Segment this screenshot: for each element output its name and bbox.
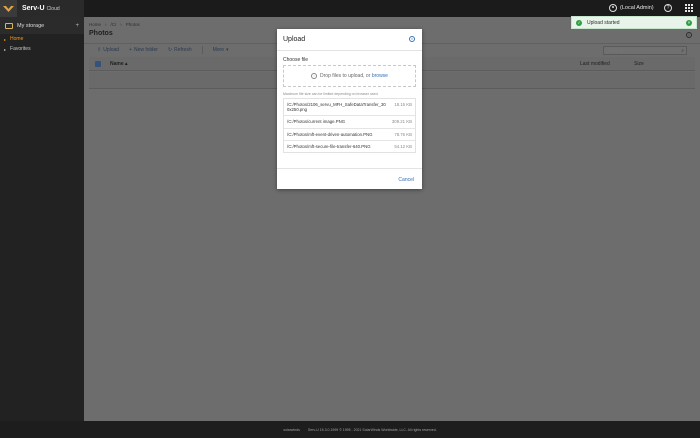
refresh-button[interactable]: ↻ Refresh bbox=[165, 47, 195, 53]
help-icon[interactable]: ? bbox=[664, 4, 672, 12]
top-bar: Serv-U Cloud (Local Admin) ? bbox=[0, 0, 700, 17]
column-last-modified[interactable]: Last modified bbox=[580, 61, 634, 67]
sidebar-item-home[interactable]: ▸ Home bbox=[0, 34, 84, 44]
sidebar-item-label: Home bbox=[10, 36, 24, 42]
file-name: /C:/Photos/2106_servu_MFH_SafeDataTransf… bbox=[287, 102, 386, 113]
more-button[interactable]: More ▾ bbox=[210, 47, 232, 53]
new-folder-label: New folder bbox=[133, 47, 158, 53]
app-subtitle: Cloud bbox=[46, 5, 60, 12]
chevron-right-icon: ▸ bbox=[4, 46, 7, 52]
sidebar-my-storage[interactable]: My storage + bbox=[0, 17, 84, 34]
refresh-label: Refresh bbox=[174, 47, 192, 53]
folder-icon bbox=[5, 22, 13, 29]
copyright-text: Serv-U 15.3.0.1999 © 1995 - 2021 SolarWi… bbox=[307, 427, 437, 432]
add-icon[interactable]: + bbox=[75, 23, 79, 29]
chevron-right-icon: ▸ bbox=[4, 36, 7, 42]
file-list-item: /C:/Photos/mft-event-driven-automation.P… bbox=[284, 129, 415, 141]
solarwinds-logo: solarwinds bbox=[283, 427, 300, 432]
user-icon bbox=[609, 4, 617, 12]
upload-cloud-icon: ↑ bbox=[311, 73, 318, 79]
search-icon: ⌕ bbox=[681, 47, 684, 54]
max-size-note: Maximum file size can be limited dependi… bbox=[283, 92, 379, 96]
file-dropzone[interactable]: ↑ Drop files to upload, or browse bbox=[283, 65, 416, 87]
select-all-checkbox[interactable] bbox=[95, 60, 101, 67]
footer: solarwinds Serv-U 15.3.0.1999 © 1995 - 2… bbox=[0, 421, 700, 438]
user-name: (Local Admin) bbox=[620, 5, 654, 11]
file-name: /C:/Photos/mft-event-driven-automation.P… bbox=[287, 131, 373, 137]
breadcrumb-current: Photos bbox=[125, 22, 140, 27]
file-size: 309.21 KB bbox=[391, 119, 412, 125]
upload-icon: ⇪ bbox=[97, 47, 102, 53]
search-input[interactable] bbox=[603, 46, 687, 55]
upload-button[interactable]: ⇪ Upload bbox=[94, 47, 122, 53]
plus-icon: + bbox=[129, 47, 132, 53]
file-size: 18.15 KB bbox=[394, 102, 412, 107]
app-name: Serv-U bbox=[22, 5, 45, 12]
check-icon: ✓ bbox=[576, 19, 582, 26]
servu-logo-icon bbox=[0, 0, 17, 17]
browse-link[interactable]: browse bbox=[372, 73, 388, 79]
brand[interactable]: Serv-U Cloud bbox=[0, 0, 84, 17]
file-name: /C:/Photos/current image.PNG bbox=[287, 119, 346, 125]
toast-message: Upload started bbox=[587, 19, 620, 26]
breadcrumb-home[interactable]: Home bbox=[89, 22, 101, 27]
dialog-footer: Cancel bbox=[277, 168, 422, 189]
file-size: 54.12 KB bbox=[394, 143, 412, 149]
upload-label: Upload bbox=[103, 47, 120, 53]
dialog-header: Upload × bbox=[277, 29, 422, 51]
more-label: More bbox=[212, 47, 225, 53]
file-name: /C:/Photos/mft-secure-file-transfer-640.… bbox=[287, 143, 371, 149]
sidebar-storage-label: My storage bbox=[17, 22, 45, 29]
file-list: /C:/Photos/2106_servu_MFH_SafeDataTransf… bbox=[283, 98, 416, 154]
breadcrumb-separator: › bbox=[105, 22, 107, 27]
breadcrumb-separator: › bbox=[120, 22, 122, 27]
upload-toast: ✓ Upload started × bbox=[571, 16, 697, 29]
breadcrumb-drive[interactable]: /C/ bbox=[111, 22, 117, 27]
new-folder-button[interactable]: + New folder bbox=[126, 47, 161, 53]
sidebar-item-favorites[interactable]: ▸ Favorites bbox=[0, 44, 84, 54]
toolbar-divider bbox=[201, 46, 203, 54]
drop-text: Drop files to upload, or bbox=[320, 73, 371, 79]
chevron-down-icon: ▾ bbox=[226, 47, 229, 53]
page-title: Photos bbox=[89, 30, 113, 37]
refresh-icon: ↻ bbox=[167, 47, 173, 53]
file-list-item: /C:/Photos/current image.PNG 309.21 KB bbox=[284, 116, 415, 129]
info-icon[interactable]: i bbox=[686, 32, 692, 38]
file-size: 78.76 KB bbox=[394, 131, 412, 137]
close-icon[interactable]: × bbox=[409, 36, 415, 42]
upload-dialog: Upload × Choose file ↑ Drop files to upl… bbox=[277, 29, 422, 189]
apps-grid-icon[interactable] bbox=[685, 4, 693, 12]
breadcrumb: Home › /C/ › Photos bbox=[89, 22, 140, 27]
choose-file-label: Choose file bbox=[283, 57, 309, 63]
sidebar-item-label: Favorites bbox=[10, 46, 31, 52]
close-icon[interactable]: × bbox=[686, 20, 692, 26]
file-list-item: /C:/Photos/2106_servu_MFH_SafeDataTransf… bbox=[284, 99, 415, 117]
user-menu[interactable]: (Local Admin) bbox=[609, 4, 654, 12]
file-list-item: /C:/Photos/mft-secure-file-transfer-640.… bbox=[284, 141, 415, 152]
sidebar: My storage + ▸ Home ▸ Favorites bbox=[0, 17, 84, 421]
dialog-title: Upload bbox=[283, 36, 306, 43]
column-size[interactable]: Size bbox=[634, 61, 644, 67]
cancel-button[interactable]: Cancel bbox=[398, 177, 414, 183]
